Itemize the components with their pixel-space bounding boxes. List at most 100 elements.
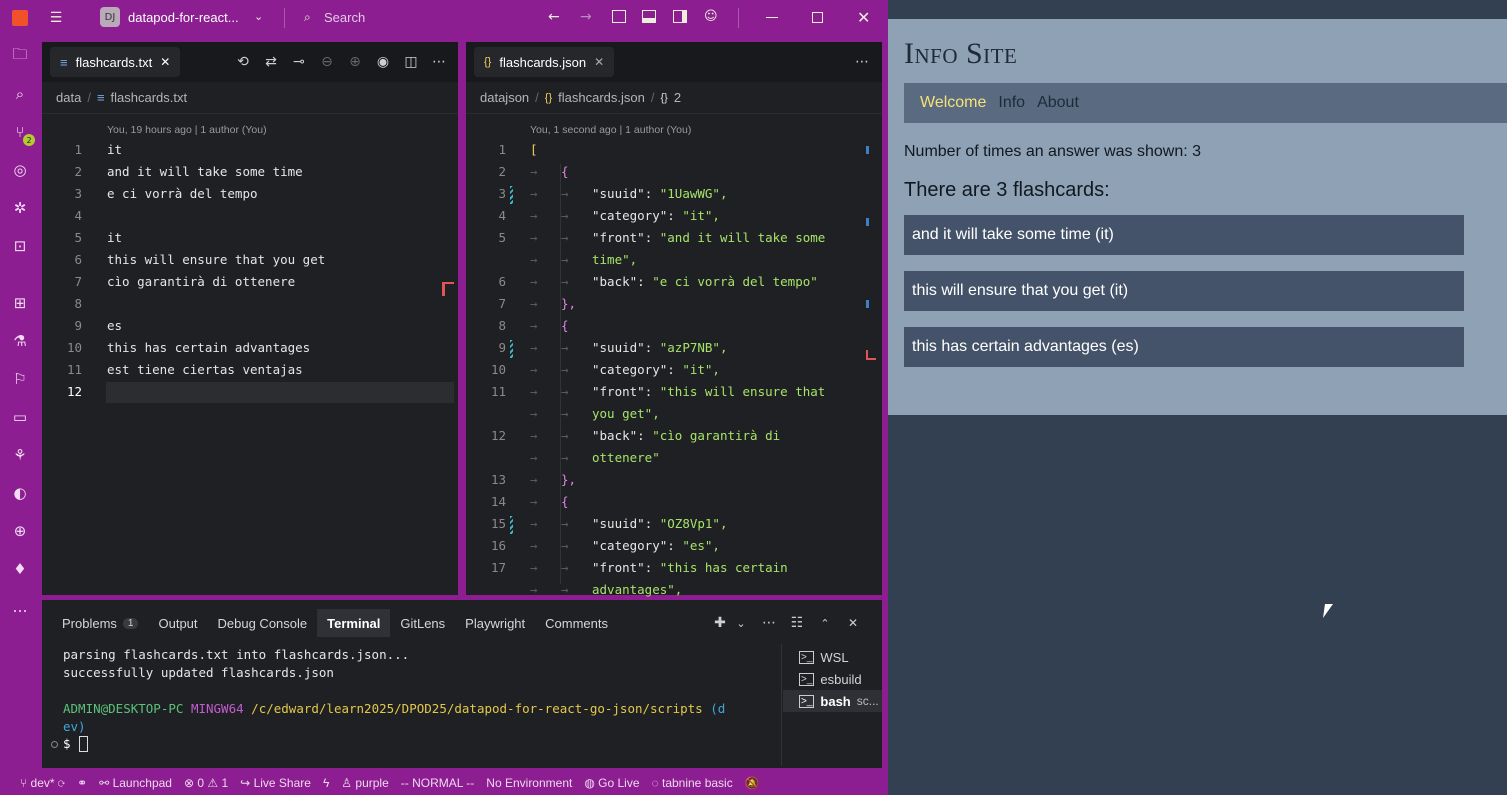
notifications-icon[interactable]: 🔕 <box>745 776 760 790</box>
close-panel-icon[interactable]: ✕ <box>842 612 864 634</box>
theme-label: purple <box>355 775 389 790</box>
folder-icon[interactable]: ▭ <box>8 405 32 429</box>
project-name[interactable]: datapod-for-react... <box>128 10 239 25</box>
tab-comments[interactable]: Comments <box>535 609 618 637</box>
new-terminal-icon[interactable]: ✚ <box>709 612 731 634</box>
text-file-icon: ≡ <box>96 90 105 105</box>
run-icon[interactable]: ◎ <box>8 158 32 182</box>
more-actions-icon[interactable]: ⋯ <box>428 51 450 73</box>
breadcrumb-folder[interactable]: data <box>56 90 81 105</box>
tab-gitlens[interactable]: GitLens <box>390 609 455 637</box>
breadcrumb-file[interactable]: flashcards.json <box>558 90 645 105</box>
source-control-icon[interactable]: ⑂ 2 <box>8 120 35 146</box>
theme-item[interactable]: ♙ purple <box>341 776 388 790</box>
explorer-icon[interactable]: 🗀 <box>8 44 32 68</box>
previous-change-icon[interactable]: ⊖ <box>316 51 338 73</box>
launchpad-item[interactable]: ⚯ Launchpad <box>99 776 172 790</box>
indent-guide: → <box>561 560 569 575</box>
toggle-panel-icon[interactable] <box>642 10 656 23</box>
terminal-list-item-bash[interactable]: >_ bash sc... <box>783 690 882 712</box>
launchpad-label: Launchpad <box>112 775 172 790</box>
back-arrow-icon[interactable]: ← <box>548 9 560 25</box>
tabnine-item[interactable]: ◌ tabnine basic <box>652 776 733 790</box>
compare-changes-icon[interactable]: ⇄ <box>260 51 282 73</box>
panel-settings-icon[interactable]: ☷ <box>786 612 808 634</box>
more-actions-icon[interactable]: ⋯ <box>851 51 873 73</box>
bookmark-icon[interactable]: ⚐ <box>8 367 32 391</box>
nav-welcome[interactable]: Welcome <box>920 94 986 112</box>
gitlens-inspect-icon[interactable]: ◉ <box>372 51 394 73</box>
line-number: 7 <box>498 296 506 311</box>
title-bar: ☰ DJ datapod-for-react... ⌄ ⌕ Search ← →… <box>0 0 888 36</box>
line-number: 6 <box>498 274 506 289</box>
search-icon[interactable]: ⌕ <box>8 82 32 106</box>
chevron-down-icon[interactable]: ⌄ <box>730 612 752 634</box>
indent-guide: → <box>530 230 538 245</box>
breadcrumb-symbol[interactable]: 2 <box>674 90 681 105</box>
lightning-icon[interactable]: ϟ <box>323 776 329 790</box>
more-actions-icon[interactable]: ⋯ <box>758 612 780 634</box>
maximize-panel-icon[interactable]: ⌃ <box>814 612 836 634</box>
tab-terminal[interactable]: Terminal <box>317 609 391 637</box>
site-title: Info Site <box>904 37 1018 70</box>
search-input[interactable]: Search <box>324 10 365 25</box>
open-changes-icon[interactable]: ⊸ <box>288 51 310 73</box>
problems-item[interactable]: ⊗ 0 ⚠ 1 <box>184 776 228 790</box>
close-tab-icon[interactable]: ✕ <box>160 55 170 69</box>
tab-flashcards-json[interactable]: {} flashcards.json ✕ <box>474 47 615 77</box>
gitlens-icon[interactable]: ◐ <box>8 481 32 505</box>
right-code-area[interactable]: You, 1 second ago | 1 author (You) 1 [2 → {… <box>466 118 882 597</box>
breadcrumb-file[interactable]: flashcards.txt <box>111 90 188 105</box>
line-number: 2 <box>74 164 82 179</box>
accounts-icon[interactable]: ☺ <box>704 9 718 24</box>
tab-flashcards-txt[interactable]: ≡ flashcards.txt ✕ <box>50 47 181 77</box>
code-line: { <box>561 164 569 179</box>
flashcard-item[interactable]: and it will take some time (it) <box>904 215 1464 255</box>
line-number: 17 <box>490 560 506 575</box>
tab-output[interactable]: Output <box>148 609 207 637</box>
left-editor-tabbar: ≡ flashcards.txt ✕ ⟲ ⇄ ⊸ ⊖ ⊕ ◉ ◫ ⋯ <box>42 42 458 82</box>
forward-arrow-icon[interactable]: → <box>580 9 592 25</box>
nav-about[interactable]: About <box>1037 94 1079 112</box>
chevron-down-icon[interactable]: ⌄ <box>254 10 263 23</box>
minimize-icon[interactable] <box>766 17 778 18</box>
toggle-secondary-sidebar-icon[interactable] <box>673 10 687 23</box>
split-editor-icon[interactable]: ◫ <box>400 51 422 73</box>
debug-icon[interactable]: ✲ <box>8 196 32 220</box>
tab-problems[interactable]: Problems 1 <box>52 609 148 637</box>
next-change-icon[interactable]: ⊕ <box>344 51 366 73</box>
search-icon[interactable]: ⌕ <box>304 10 311 25</box>
extensions-icon[interactable]: ⊞ <box>8 291 32 315</box>
close-window-icon[interactable]: ✕ <box>857 8 870 27</box>
nav-info[interactable]: Info <box>998 94 1025 112</box>
breadcrumb-separator: / <box>650 90 655 105</box>
maximize-icon[interactable] <box>812 12 823 23</box>
menu-icon[interactable]: ☰ <box>45 7 67 29</box>
breadcrumb-folder[interactable]: datajson <box>480 90 529 105</box>
toggle-sidebar-icon[interactable] <box>612 10 626 23</box>
line-number: 4 <box>498 208 506 223</box>
tab-debug-console[interactable]: Debug Console <box>208 609 318 637</box>
close-tab-icon[interactable]: ✕ <box>594 55 604 69</box>
terminal-cursor[interactable] <box>79 736 88 752</box>
left-code-area[interactable]: You, 19 hours ago | 1 author (You) 1 it 2 a… <box>42 118 458 595</box>
live-server-icon[interactable]: ⊕ <box>8 519 32 543</box>
flashcard-item[interactable]: this will ensure that you get (it) <box>904 271 1464 311</box>
mongodb-icon[interactable]: ♦ <box>8 557 32 581</box>
flashcard-item[interactable]: this has certain advantages (es) <box>904 327 1464 367</box>
terminal-name: bash <box>820 693 851 709</box>
indent-guide: → <box>530 274 538 289</box>
terminal-list-item-esbuild[interactable]: >_ esbuild <box>783 668 882 690</box>
testing-icon[interactable]: ⚗ <box>8 329 32 353</box>
live-share-item[interactable]: ↪ Live Share <box>240 776 311 790</box>
remote-explorer-icon[interactable]: ⊡ <box>8 234 32 258</box>
go-live-item[interactable]: ◍ Go Live <box>584 776 639 790</box>
python-icon[interactable]: ⚘ <box>8 443 32 467</box>
gitlens-status-icon[interactable]: ⚭ <box>77 776 87 790</box>
more-icon[interactable]: … <box>8 595 32 619</box>
environment-item[interactable]: No Environment <box>486 776 572 790</box>
branch-item[interactable]: ⑂ dev* ⟳ <box>20 776 65 790</box>
timeline-icon[interactable]: ⟲ <box>232 51 254 73</box>
tab-playwright[interactable]: Playwright <box>455 609 535 637</box>
terminal-list-item-wsl[interactable]: >_ WSL <box>783 646 882 668</box>
